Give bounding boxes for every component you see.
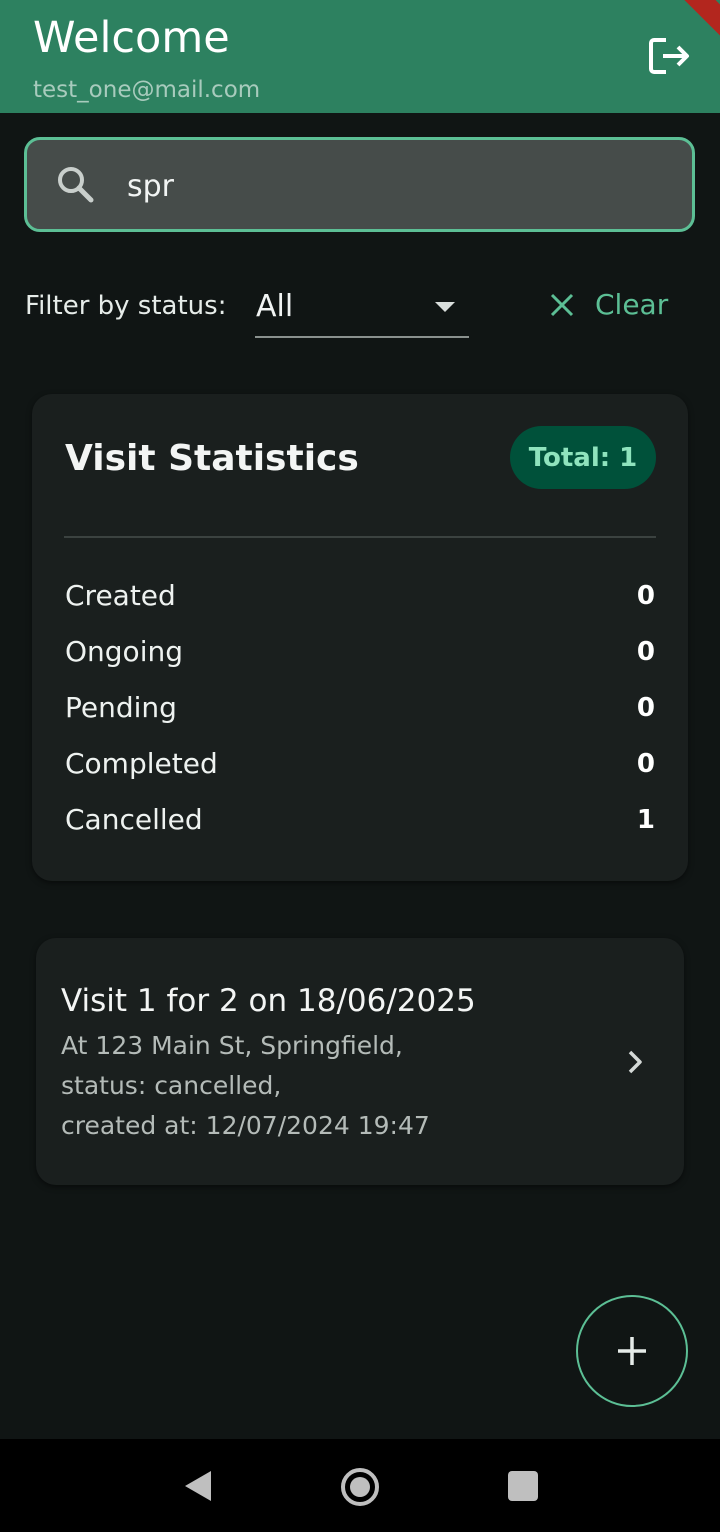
visit-list-item[interactable]: Visit 1 for 2 on 18/06/2025 At 123 Main …	[36, 938, 684, 1185]
recents-icon[interactable]	[508, 1471, 538, 1501]
stats-title: Visit Statistics	[65, 438, 359, 479]
stat-label: Completed	[65, 747, 218, 780]
search-field[interactable]	[24, 137, 695, 232]
clear-filter-button[interactable]: Clear	[540, 282, 670, 328]
total-badge: Total: 1	[510, 426, 656, 489]
status-dropdown[interactable]: All	[255, 280, 469, 338]
logout-button[interactable]	[644, 32, 696, 80]
stat-row-pending: Pending 0	[64, 688, 656, 728]
dropdown-arrow-icon	[435, 302, 455, 312]
chevron-right-icon	[628, 1050, 642, 1074]
app-bar: Welcome test_one@mail.com	[0, 0, 720, 113]
stat-label: Ongoing	[65, 635, 183, 668]
divider	[64, 536, 656, 538]
stat-value: 0	[636, 637, 655, 667]
add-visit-button[interactable]	[576, 1295, 688, 1407]
search-icon	[58, 167, 94, 203]
stat-value: 1	[636, 805, 655, 835]
visit-status: status: cancelled,	[61, 1071, 282, 1100]
clear-label: Clear	[595, 288, 669, 321]
visit-location: At 123 Main St, Springfield,	[61, 1031, 403, 1060]
filter-label: Filter by status:	[25, 291, 227, 321]
close-icon	[550, 293, 574, 317]
stat-label: Pending	[65, 691, 177, 724]
visit-statistics-card: Visit Statistics Total: 1 Created 0 Ongo…	[32, 394, 688, 881]
home-icon[interactable]	[340, 1467, 380, 1507]
stat-label: Cancelled	[65, 803, 203, 836]
stat-row-ongoing: Ongoing 0	[64, 632, 656, 672]
logout-icon	[649, 38, 689, 74]
stat-row-completed: Completed 0	[64, 744, 656, 784]
visit-created-at: created at: 12/07/2024 19:47	[61, 1111, 430, 1140]
stat-row-created: Created 0	[64, 576, 656, 616]
stat-row-cancelled: Cancelled 1	[64, 800, 656, 840]
stat-label: Created	[65, 579, 176, 612]
system-navigation-bar	[0, 1439, 720, 1532]
stat-value: 0	[636, 693, 655, 723]
back-icon[interactable]	[183, 1469, 213, 1503]
stat-value: 0	[636, 749, 655, 779]
stat-value: 0	[636, 581, 655, 611]
visit-title: Visit 1 for 2 on 18/06/2025	[61, 983, 476, 1019]
search-input[interactable]	[127, 162, 647, 210]
add-icon	[618, 1337, 646, 1365]
status-selected-value: All	[256, 289, 294, 324]
page-title: Welcome	[33, 13, 230, 63]
user-email: test_one@mail.com	[33, 77, 261, 103]
